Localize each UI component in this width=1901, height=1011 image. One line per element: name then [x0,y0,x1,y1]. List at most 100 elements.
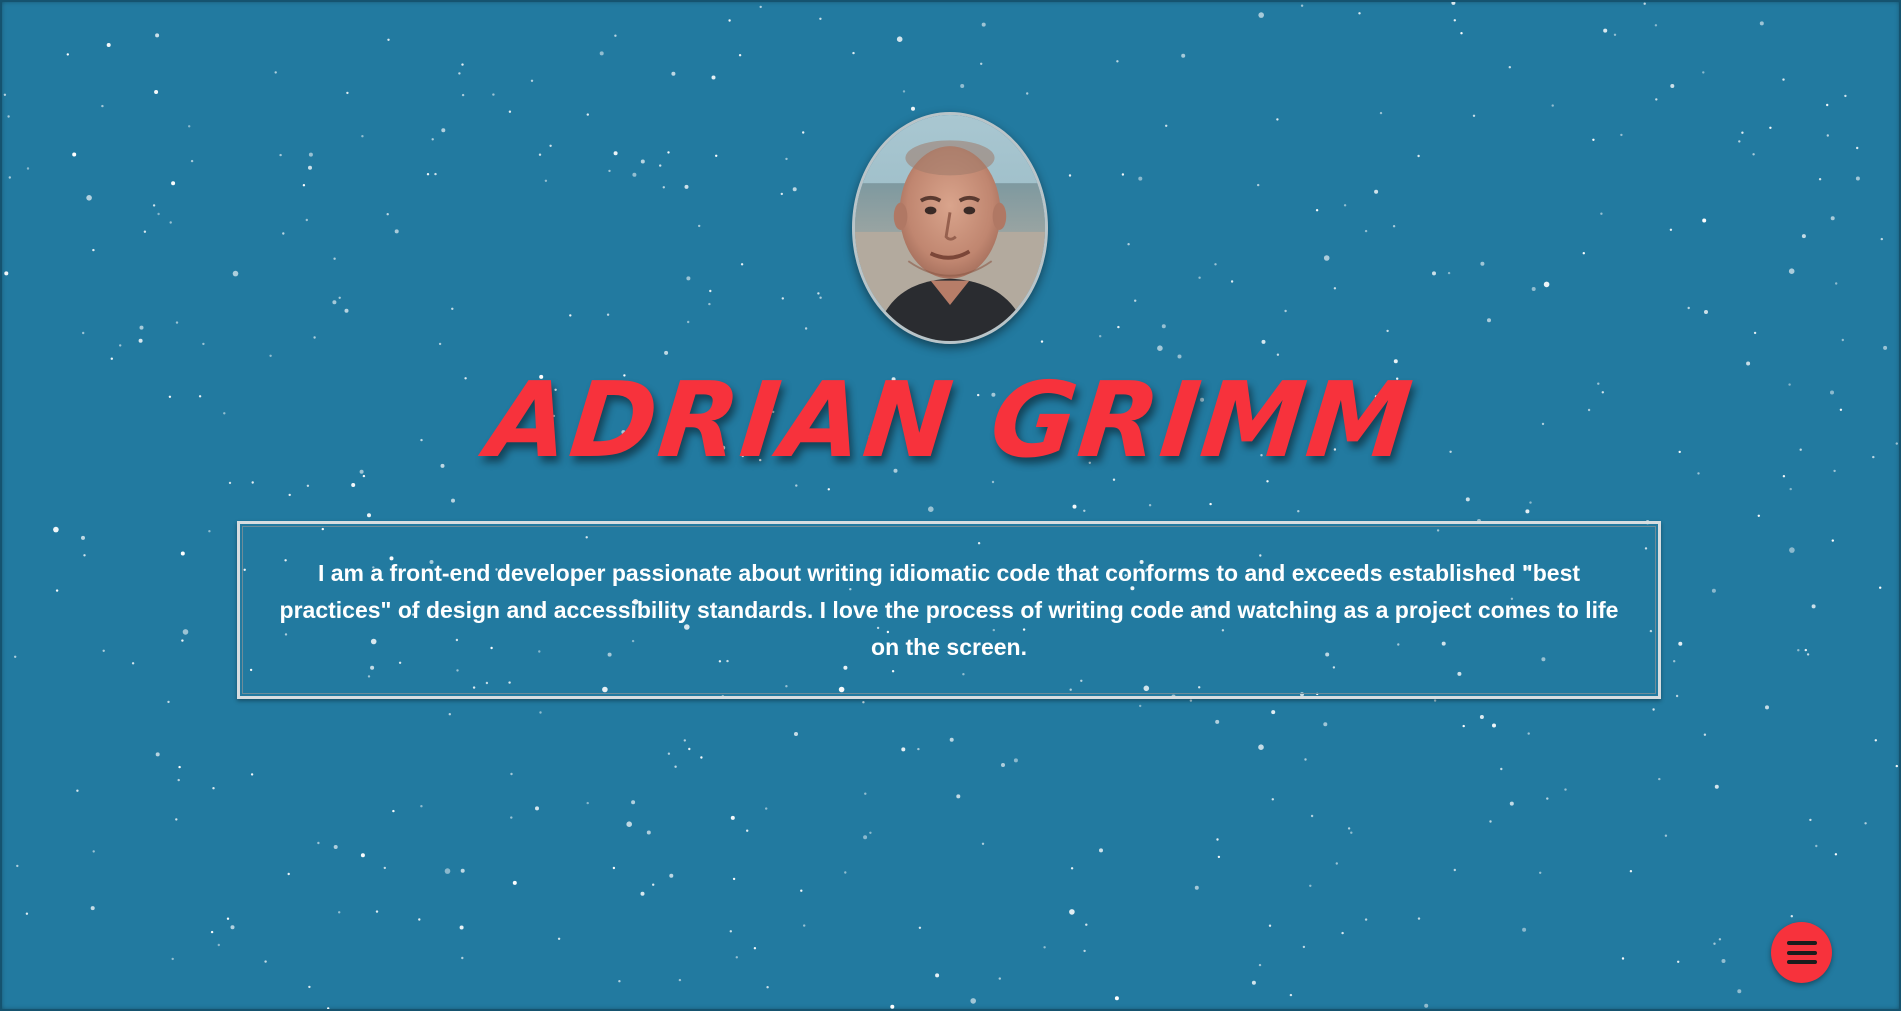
star-dot [1669,228,1673,231]
star-dot [804,327,808,330]
star-dot [90,906,95,911]
star-dot [746,829,749,832]
star-dot [131,662,135,665]
avatar [852,112,1048,344]
star-dot [101,104,104,108]
star-dot [1797,649,1800,652]
star-dot [864,792,867,795]
star-dot [177,778,180,782]
star-dot [169,221,172,224]
star-dot [618,980,621,983]
menu-button[interactable] [1771,922,1832,983]
star-dot [1302,945,1306,949]
star-dot [226,917,230,920]
star-dot [1134,299,1137,302]
star-dot [383,866,386,870]
star-dot [232,270,239,277]
star-dot [76,789,79,792]
star-dot [1678,641,1683,646]
star-dot [738,54,742,57]
star-dot [686,276,691,281]
star-dot [302,184,306,187]
star-dot [1181,53,1186,58]
star-dot [181,639,184,642]
star-dot [730,815,735,820]
star-dot [1702,218,1707,223]
star-dot [1826,103,1829,107]
star-dot [1462,724,1465,728]
star-dot [53,526,59,533]
star-dot [1788,268,1795,275]
star-dot [171,957,174,961]
star-dot [890,1004,895,1009]
star-dot [794,732,798,736]
star-dot [869,831,872,834]
star-dot [1480,261,1485,266]
star-dot [1500,767,1503,771]
star-dot [659,164,662,167]
star-dot [338,911,341,914]
star-dot [367,513,371,518]
star-dot [684,184,689,189]
star-dot [896,36,903,42]
star-dot [1304,758,1307,761]
star-dot [753,947,757,950]
star-dot [852,51,855,55]
star-dot [451,307,454,310]
star-dot [461,93,465,97]
star-dot [1072,504,1077,509]
star-dot [188,125,191,128]
star-dot [175,818,178,821]
star-dot [269,354,272,357]
star-dot [1297,510,1300,513]
star-dot [251,481,254,484]
star-dot [1099,848,1103,853]
star-dot [1451,0,1456,5]
star-dot [1804,648,1808,652]
star-dot [646,830,651,835]
star-dot [1083,949,1086,953]
star-dot [1856,146,1859,150]
star-dot [228,481,232,485]
star-dot [1835,282,1838,285]
star-dot [765,807,768,810]
star-dot [1386,329,1389,333]
star-dot [1613,33,1617,36]
star-dot [662,186,665,189]
star-dot [928,506,934,512]
star-dot [569,314,572,317]
star-dot [1539,871,1542,874]
star-dot [217,943,220,947]
star-dot [1271,798,1275,801]
star-dot [1026,92,1029,95]
star-dot [1529,501,1532,504]
star-dot [448,713,451,716]
star-dot [1085,923,1088,926]
star-dot [152,204,156,207]
star-dot [1801,234,1806,239]
star-dot [1883,345,1888,350]
star-dot [735,956,738,959]
star-dot [1070,867,1074,870]
star-dot [274,71,277,74]
star-dot [1806,653,1810,656]
star-dot [1216,838,1219,841]
star-dot [171,181,176,186]
star-dot [1718,938,1722,941]
star-dot [1127,243,1130,246]
star-dot [1759,21,1764,26]
bio-box: I am a front-end developer passionate ab… [237,521,1661,699]
star-dot [918,926,922,929]
star-dot [279,153,282,157]
star-dot [1315,209,1319,212]
star-dot [1460,32,1463,35]
star-dot [1043,946,1046,949]
star-dot [510,816,513,819]
star-dot [1258,12,1264,18]
star-dot [1713,942,1716,945]
star-dot [1654,24,1658,27]
star-dot [512,880,517,885]
star-dot [1276,353,1280,356]
star-dot [1664,834,1668,837]
star-dot [72,152,77,157]
